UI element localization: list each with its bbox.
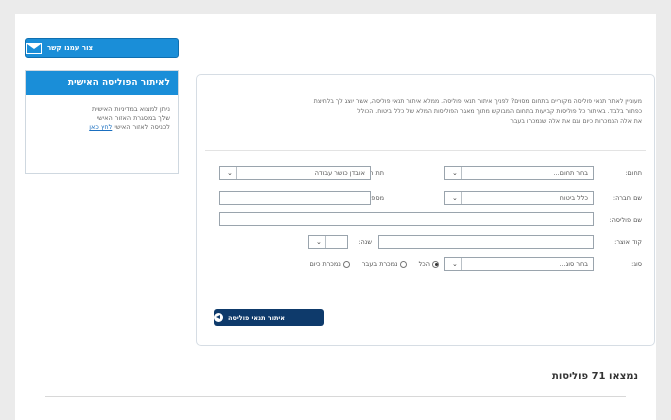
chevron-down-icon: ⌄ bbox=[450, 258, 462, 270]
arrow-left-icon bbox=[214, 313, 223, 322]
company-label: שם חברה: bbox=[612, 194, 642, 202]
intro-line-1: מעוניין לאתר תנאי פוליסה מקוריים בתחום מ… bbox=[313, 98, 642, 105]
intro-line-2: כפתור בלבד. באיתור כל פוליסות קביעות בתח… bbox=[357, 108, 642, 115]
results-divider bbox=[45, 396, 626, 397]
divider bbox=[205, 150, 646, 151]
personal-area-box: לאיתור הפוליסה האישית ניתן למצוא במדיניו… bbox=[25, 70, 179, 174]
policy-name-label: שם פוליסה: bbox=[609, 216, 642, 224]
type-label: סוג: bbox=[631, 260, 642, 268]
personal-area-title: לאיתור הפוליסה האישית bbox=[26, 71, 178, 95]
subdomain-value: אובדן כושר עבודה bbox=[314, 169, 365, 177]
radio-sold-now[interactable]: נמכרת כיום bbox=[309, 260, 350, 268]
sale-status-radios: הכל נמכרת בעבר נמכרת כיום bbox=[309, 260, 439, 268]
type-select[interactable]: בחר סוג... ⌄ bbox=[444, 257, 594, 271]
company-value: כלל ביטוח bbox=[559, 194, 588, 202]
personal-area-link[interactable]: לחץ כאן bbox=[89, 123, 112, 131]
policy-name-input[interactable] bbox=[219, 212, 594, 226]
radio-sold-past[interactable]: נמכרת בעבר bbox=[362, 260, 407, 268]
intro-line-3: את אלה הנמכרות כיום וגם את אלה שנמכרו בע… bbox=[510, 118, 642, 125]
radio-now-label: נמכרת כיום bbox=[309, 260, 341, 268]
personal-area-text-3: לכניסה לאזור האישי bbox=[114, 123, 170, 131]
results-count: נמצאו 71 פוליסות bbox=[552, 371, 638, 382]
radio-all-label: הכל bbox=[418, 260, 430, 268]
policy-search-panel: מעוניין לאתר תנאי פוליסה מקוריים בתחום מ… bbox=[196, 74, 655, 346]
subdomain-select[interactable]: אובדן כושר עבודה ⌄ bbox=[219, 166, 371, 180]
chevron-down-icon: ⌄ bbox=[450, 192, 462, 204]
domain-value: בחר תחום... bbox=[553, 169, 588, 177]
search-policy-label: איתור תנאי פוליסה bbox=[228, 313, 286, 322]
personal-area-text-2: שלך במסגרת האזור האישי bbox=[96, 114, 170, 122]
chevron-down-icon: ⌄ bbox=[450, 167, 462, 179]
domain-select[interactable]: בחר תחום... ⌄ bbox=[444, 166, 594, 180]
domain-label: תחום: bbox=[625, 169, 642, 177]
radio-all[interactable]: הכל bbox=[419, 260, 439, 268]
page-content: צור עמנו קשר לאיתור הפוליסה האישית ניתן … bbox=[15, 14, 656, 420]
treasury-code-label: קוד אוצר: bbox=[614, 238, 642, 246]
contact-us-label: צור עמנו קשר bbox=[47, 44, 94, 52]
search-policy-button[interactable]: איתור תנאי פוליסה bbox=[214, 309, 324, 326]
contact-us-button[interactable]: צור עמנו קשר bbox=[25, 38, 179, 58]
plan-number-input[interactable] bbox=[219, 191, 371, 205]
chevron-down-icon: ⌄ bbox=[225, 167, 237, 179]
company-select[interactable]: כלל ביטוח ⌄ bbox=[444, 191, 594, 205]
radio-dot-now bbox=[342, 260, 350, 268]
year-select[interactable]: ⌄ bbox=[308, 235, 348, 249]
radio-past-label: נמכרת בעבר bbox=[361, 260, 398, 268]
personal-area-text-1: ניתן למצוא במדיניות האישית bbox=[91, 105, 170, 113]
year-label: שנה: bbox=[358, 238, 372, 246]
envelope-icon bbox=[26, 42, 42, 54]
radio-dot-all bbox=[432, 260, 439, 268]
radio-dot-past bbox=[399, 260, 407, 268]
chevron-down-icon: ⌄ bbox=[314, 236, 326, 248]
treasury-code-input[interactable] bbox=[378, 235, 594, 249]
intro-text: מעוניין לאתר תנאי פוליסה מקוריים בתחום מ… bbox=[214, 97, 642, 127]
type-value: בחר סוג... bbox=[559, 260, 588, 268]
